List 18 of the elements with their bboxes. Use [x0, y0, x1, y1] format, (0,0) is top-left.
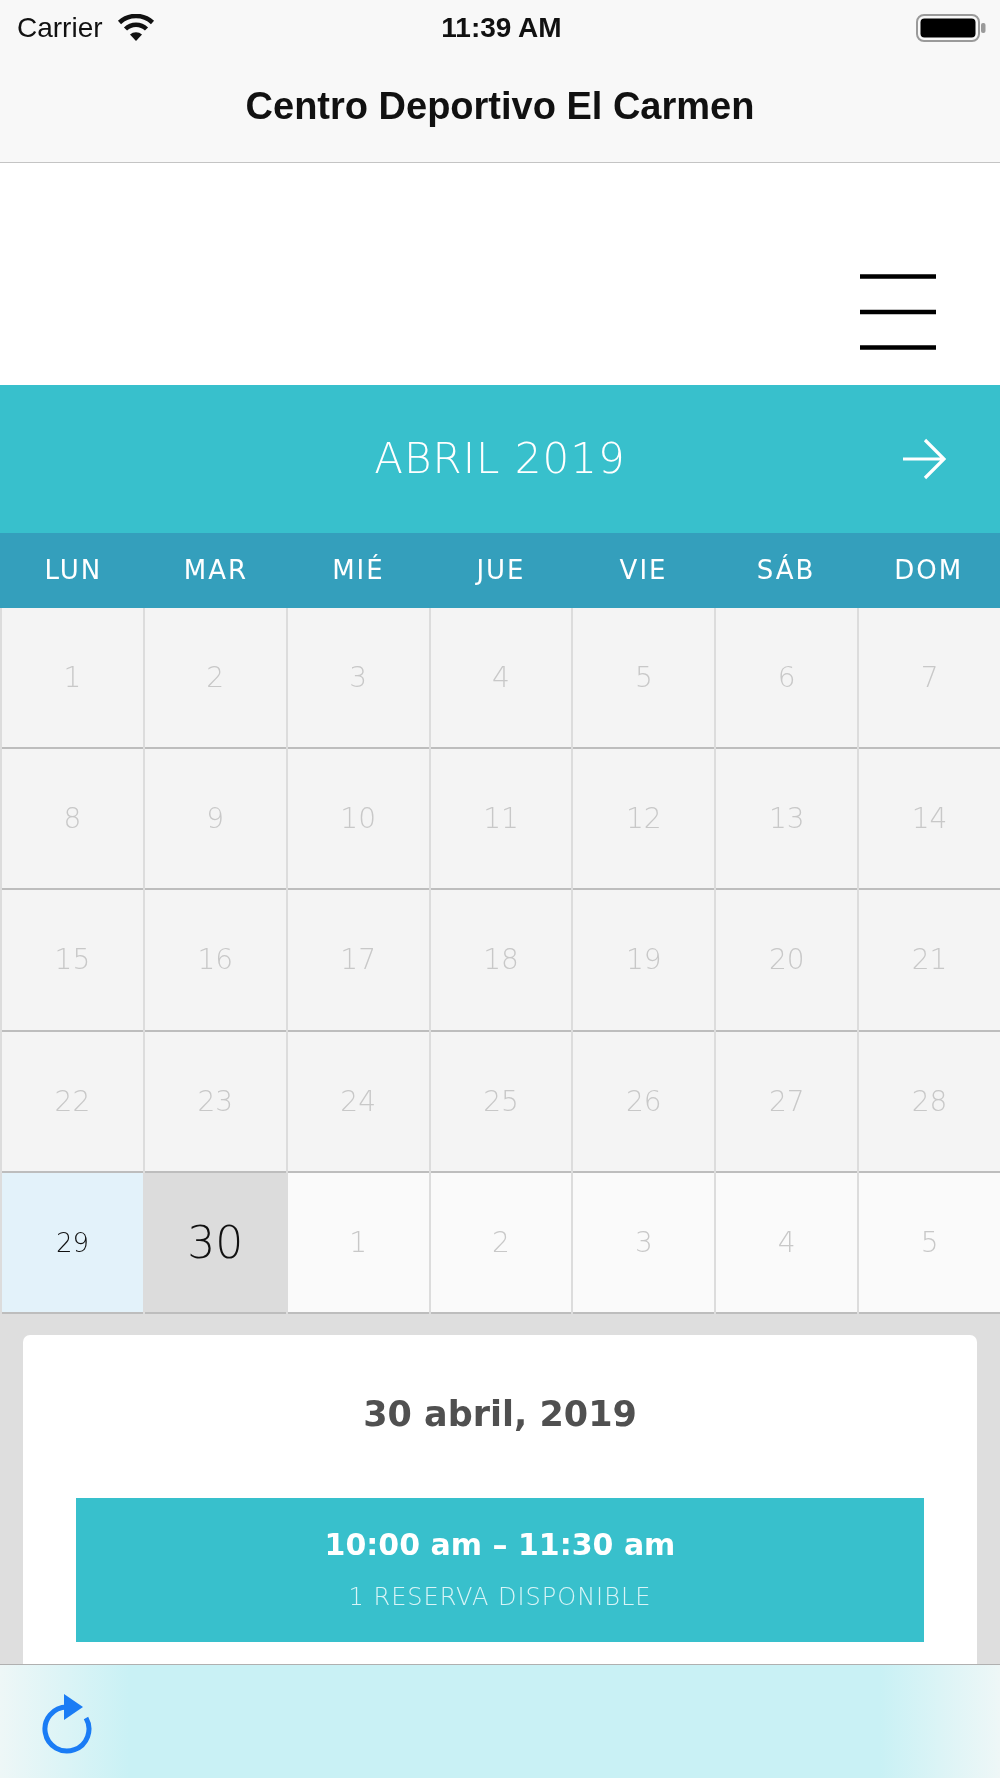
weekday-label: MAR — [183, 555, 248, 585]
date-heading: 30 abril, 2019 — [363, 1393, 637, 1436]
weekday-label: MIÉ — [332, 555, 385, 585]
clock-time: 11:39 AM — [441, 12, 562, 45]
weekday-label: JUE — [476, 555, 526, 585]
weekday-label: DOM — [894, 555, 964, 585]
screen-title: Centro Deportivo El Carmen — [245, 84, 755, 128]
weekday-label: LUN — [44, 555, 103, 585]
arrow-right-icon[interactable] — [902, 437, 946, 480]
month-title: ABRIL 2019 — [374, 434, 626, 483]
carrier-label: Carrier — [17, 12, 103, 45]
weekday-label: SÁB — [756, 555, 816, 585]
weekday-label: VIE — [619, 555, 668, 585]
menu-icon[interactable] — [860, 273, 936, 350]
wifi-icon — [116, 14, 155, 43]
refresh-icon[interactable] — [40, 1693, 94, 1755]
battery-icon — [916, 14, 986, 43]
day-cell[interactable]: 29 — [2, 1173, 143, 1315]
